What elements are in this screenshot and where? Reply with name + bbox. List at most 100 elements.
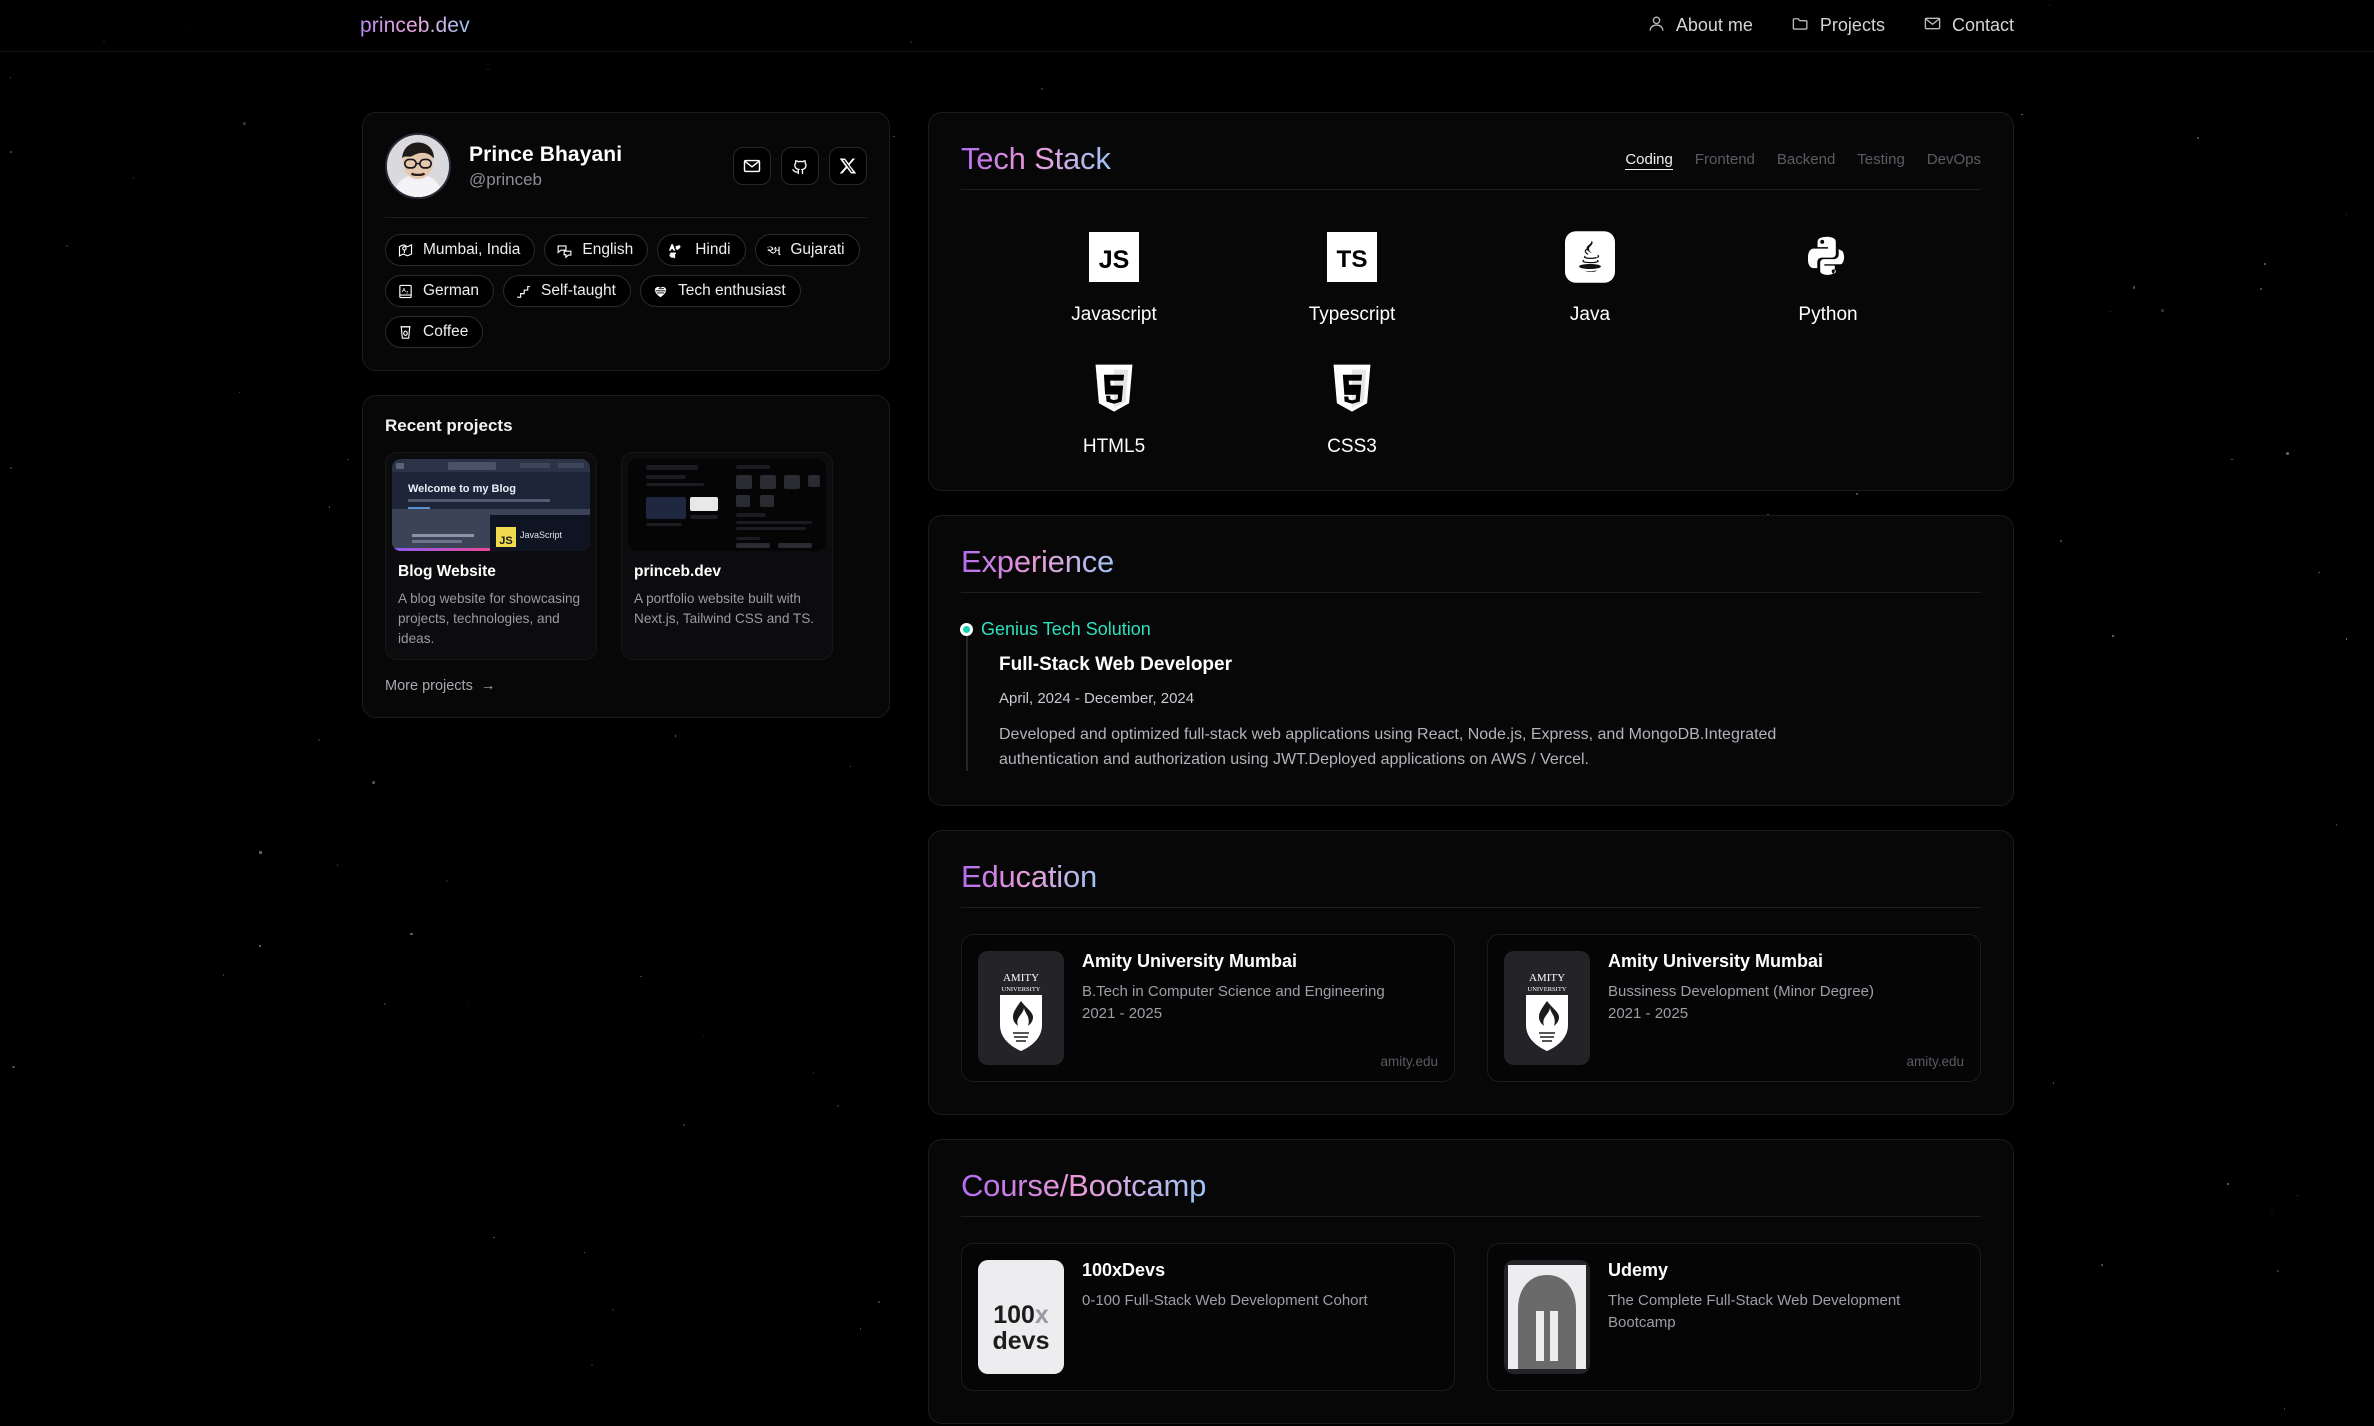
tag-label: Gujarati (790, 241, 844, 259)
timeline-dot (960, 623, 973, 636)
tag-hindi[interactable]: A⥂अ Hindi (657, 234, 745, 266)
tech-item-javascript[interactable]: JS Javascript (995, 224, 1233, 326)
nav-item-projects[interactable]: Projects (1791, 14, 1885, 38)
typescript-logo: TS (1327, 224, 1377, 290)
course-bootcamp-section: Course/Bootcamp 100x devs 100 (928, 1139, 2014, 1424)
svg-text:A: A (402, 288, 406, 294)
project-thumbnail: Welcome to my Blog JS JavaScript (392, 459, 590, 551)
education-cards: AMITY UNIVERSITY Amity University Mumbai… (961, 934, 1981, 1082)
html5-logo (1092, 356, 1136, 422)
profile-tags: Mumbai, India English A⥂अ Hindi અ Gujara… (385, 234, 867, 348)
svg-text:AMITY: AMITY (1529, 972, 1565, 984)
profile-name: Prince Bhayani (469, 143, 622, 167)
nav-item-contact[interactable]: Contact (1923, 14, 2014, 38)
tab-testing[interactable]: Testing (1857, 151, 1905, 170)
nav-item-label: Projects (1820, 15, 1885, 36)
email-icon (742, 156, 762, 176)
project-thumbnail (628, 459, 826, 551)
experience-header: Experience (961, 544, 1981, 580)
tag-self-taught[interactable]: Self-taught (503, 275, 631, 307)
course-cards: 100x devs 100xDevs 0-100 Full-Stack Web … (961, 1243, 1981, 1391)
education-card[interactable]: AMITY UNIVERSITY Amity University Mumbai… (961, 934, 1455, 1082)
course-name: The Complete Full-Stack Web Development … (1608, 1290, 1964, 1335)
user-icon (1647, 14, 1666, 38)
thumb-heading: Welcome to my Blog (408, 483, 516, 495)
education-header: Education (961, 859, 1981, 895)
tag-label: English (582, 241, 633, 259)
tag-tech-enthusiast[interactable]: Tech enthusiast (640, 275, 801, 307)
svg-text:z: z (406, 289, 408, 294)
experience-company[interactable]: Genius Tech Solution (981, 619, 1981, 640)
nav-links: About me Projects Contact (1647, 14, 2014, 38)
course-card[interactable]: 100x devs 100xDevs 0-100 Full-Stack Web … (961, 1243, 1455, 1391)
tech-item-typescript[interactable]: TS Typescript (1233, 224, 1471, 326)
education-info: Amity University Mumbai B.Tech in Comput… (1082, 951, 1438, 1065)
nav-item-label: About me (1676, 15, 1753, 36)
education-section: Education AMITY UNIVERSITY (928, 830, 2014, 1115)
svg-text:100x: 100x (993, 1301, 1049, 1329)
github-button[interactable] (781, 147, 819, 185)
tech-item-java[interactable]: Java (1471, 224, 1709, 326)
tab-coding[interactable]: Coding (1625, 151, 1673, 170)
experience-dates: April, 2024 - December, 2024 (981, 690, 1981, 707)
tag-label: German (423, 282, 479, 300)
dictionary-icon: Az (397, 283, 414, 300)
tech-item-css3[interactable]: CSS3 (1233, 356, 1471, 458)
tag-german[interactable]: Az German (385, 275, 494, 307)
site-brand[interactable]: princeb.dev (360, 14, 470, 38)
tag-gujarati[interactable]: અ Gujarati (755, 234, 860, 266)
x-twitter-icon (838, 156, 858, 176)
recent-projects-grid: Welcome to my Blog JS JavaScript Blog We… (385, 452, 867, 660)
education-years: 2021 - 2025 (1608, 1003, 1964, 1026)
avatar (385, 133, 451, 199)
tech-label: HTML5 (1083, 436, 1145, 458)
top-navigation-bar: princeb.dev About me Projects Contact (0, 0, 2374, 52)
tech-item-html5[interactable]: HTML5 (995, 356, 1233, 458)
experience-timeline: Genius Tech Solution Full-Stack Web Deve… (961, 619, 1981, 773)
nav-item-about-me[interactable]: About me (1647, 14, 1753, 38)
section-title: Experience (961, 544, 1114, 580)
project-card-blog-website[interactable]: Welcome to my Blog JS JavaScript Blog We… (385, 452, 597, 660)
svg-text:UNIVERSITY: UNIVERSITY (1002, 986, 1041, 993)
profile-divider (385, 217, 867, 218)
education-source: amity.edu (1906, 1054, 1964, 1069)
udemy-logo (1504, 1260, 1590, 1374)
section-rule (961, 907, 1981, 908)
svg-text:JS: JS (1099, 246, 1130, 274)
education-source: amity.edu (1380, 1054, 1438, 1069)
recent-projects-card: Recent projects Welcome to my Blog JS Ja… (362, 395, 890, 718)
social-links (733, 147, 867, 185)
email-button[interactable] (733, 147, 771, 185)
tag-label: Hindi (695, 241, 730, 259)
project-card-princeb-dev[interactable]: princeb.dev A portfolio website built wi… (621, 452, 833, 660)
experience-role: Full-Stack Web Developer (981, 654, 1981, 676)
amity-university-logo: AMITY UNIVERSITY (978, 951, 1064, 1065)
education-years: 2021 - 2025 (1082, 1003, 1438, 1026)
recent-projects-title: Recent projects (385, 416, 867, 436)
x-twitter-button[interactable] (829, 147, 867, 185)
tag-coffee[interactable]: Coffee (385, 316, 483, 348)
more-projects-link[interactable]: More projects → (385, 678, 495, 694)
education-degree: Bussiness Development (Minor Degree) (1608, 981, 1964, 1004)
tab-frontend[interactable]: Frontend (1695, 151, 1755, 170)
tag-label: Coffee (423, 323, 468, 341)
course-card[interactable]: Udemy The Complete Full-Stack Web Develo… (1487, 1243, 1981, 1391)
tech-label: CSS3 (1327, 436, 1377, 458)
tab-backend[interactable]: Backend (1777, 151, 1835, 170)
avatar-photo (387, 135, 449, 197)
education-card[interactable]: AMITY UNIVERSITY Amity University Mumbai… (1487, 934, 1981, 1082)
js-badge: JS (496, 527, 516, 547)
svg-text:UNIVERSITY: UNIVERSITY (1528, 986, 1567, 993)
amity-university-logo: AMITY UNIVERSITY (1504, 951, 1590, 1065)
tech-item-python[interactable]: Python (1709, 224, 1947, 326)
tab-devops[interactable]: DevOps (1927, 151, 1981, 170)
svg-text:TS: TS (1337, 246, 1368, 273)
mail-icon (1923, 14, 1942, 38)
tag-english[interactable]: English (544, 234, 648, 266)
tech-label: Python (1798, 304, 1857, 326)
section-title: Education (961, 859, 1097, 895)
tech-label: Typescript (1309, 304, 1396, 326)
100xdevs-logo: 100x devs (978, 1260, 1064, 1374)
tech-stack-grid: JS Javascript TS Typescript (961, 224, 1981, 458)
tag-location[interactable]: Mumbai, India (385, 234, 535, 266)
